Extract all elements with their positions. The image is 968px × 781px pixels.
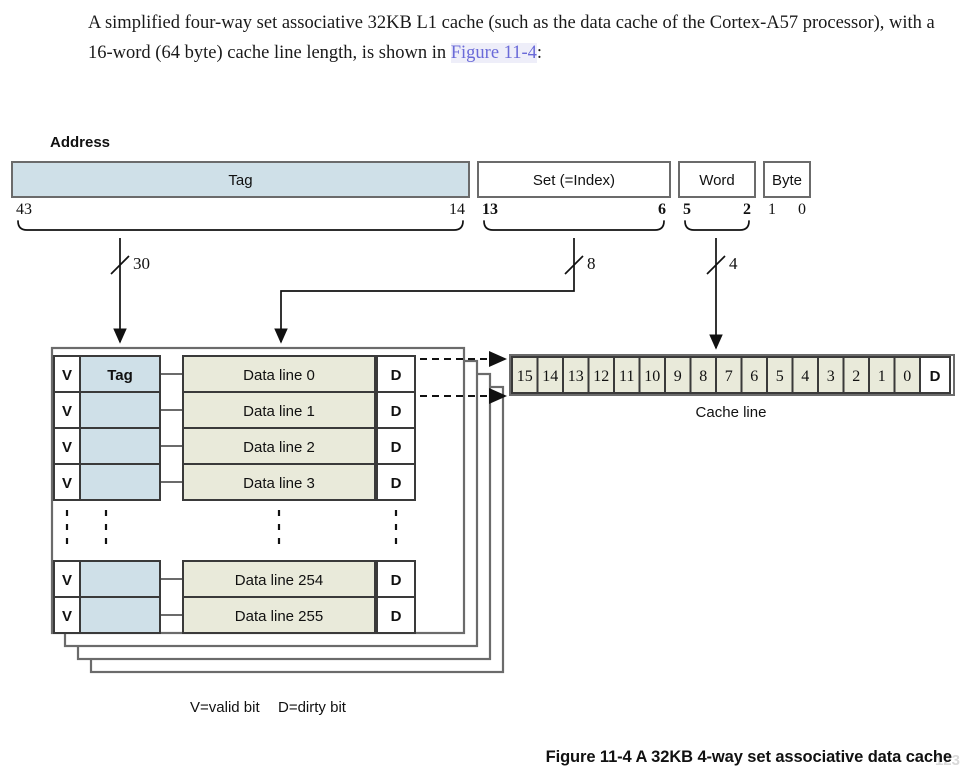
cache-line-word-label-7: 8 — [699, 368, 707, 385]
dirty-bit-label-2: D — [391, 439, 402, 456]
data-line-label-0: Data line 0 — [243, 367, 315, 384]
cache-line-dirty-label: D — [930, 368, 941, 385]
address-field-hi-bit-1: 13 — [482, 201, 498, 218]
tag-cell-1 — [79, 391, 161, 429]
cache-line-word-label-6: 9 — [674, 368, 682, 385]
address-field-hi-bit-0: 43 — [16, 201, 32, 218]
address-field-hi-bit-3: 1 — [768, 201, 776, 218]
cache-line-word-label-5: 10 — [644, 368, 660, 385]
tag-cell-3 — [79, 463, 161, 501]
cache-line-word-label-1: 14 — [542, 368, 558, 385]
valid-bit-label-5: V — [62, 608, 72, 625]
tag-cell-2 — [79, 427, 161, 465]
address-field-lo-bit-0: 14 — [449, 201, 465, 218]
dirty-bit-label-1: D — [391, 403, 402, 420]
cache-line-word-label-14: 1 — [878, 368, 886, 385]
valid-bit-label-4: V — [62, 572, 72, 589]
cache-line-title: Cache line — [696, 404, 767, 421]
address-field-label-0: Tag — [228, 172, 252, 189]
data-line-label-3: Data line 3 — [243, 475, 315, 492]
valid-bit-label-0: V — [62, 367, 72, 384]
address-field-label-1: Set (=Index) — [533, 172, 615, 189]
address-field-label-2: Word — [699, 172, 735, 189]
address-field-lo-bit-1: 6 — [658, 201, 666, 218]
cache-line-word-label-13: 2 — [852, 368, 860, 385]
data-line-label-2: Data line 2 — [243, 439, 315, 456]
data-line-label-5: Data line 255 — [235, 608, 323, 625]
address-label: Address — [50, 134, 110, 151]
figure-page: A simplified four-way set associative 32… — [0, 0, 968, 781]
dirty-bit-label-5: D — [391, 608, 402, 625]
data-line-label-4: Data line 254 — [235, 572, 323, 589]
dirty-bit-label-3: D — [391, 475, 402, 492]
cache-line-word-label-8: 7 — [725, 368, 733, 385]
valid-bit-label-2: V — [62, 439, 72, 456]
set-bus-width-label: 8 — [587, 254, 596, 273]
cache-line-word-label-3: 12 — [593, 368, 609, 385]
cache-line-word-label-9: 6 — [750, 368, 758, 385]
address-field-hi-bit-2: 5 — [683, 201, 691, 218]
cache-line-word-label-15: 0 — [903, 368, 911, 385]
tag-bus-width-label: 30 — [133, 254, 150, 273]
dirty-bit-label-4: D — [391, 572, 402, 589]
tag-cell-4 — [79, 560, 161, 598]
cache-line-word-label-4: 11 — [619, 368, 634, 385]
tag-cell-5 — [79, 596, 161, 634]
address-field-brace-1 — [483, 220, 665, 231]
address-field-brace-2 — [684, 220, 750, 231]
dirty-bit-label-0: D — [391, 367, 402, 384]
cache-line-word-label-10: 5 — [776, 368, 784, 385]
address-field-label-3: Byte — [772, 172, 802, 189]
address-field-lo-bit-3: 0 — [798, 201, 806, 218]
data-line-label-1: Data line 1 — [243, 403, 315, 420]
set-bus-arrow — [274, 238, 575, 344]
address-field-lo-bit-2: 2 — [743, 201, 751, 218]
word-bus-width-label: 4 — [729, 254, 738, 273]
tag-column-header: Tag — [107, 367, 133, 384]
figure-caption: Figure 11-4 A 32KB 4-way set associative… — [545, 748, 952, 766]
cache-line-word-label-2: 13 — [568, 368, 584, 385]
cache-line-word-label-11: 4 — [801, 368, 809, 385]
legend-valid-bit: V=valid bit — [190, 699, 260, 716]
valid-bit-label-1: V — [62, 403, 72, 420]
cache-line-word-label-0: 15 — [517, 368, 533, 385]
legend-dirty-bit: D=dirty bit — [278, 699, 347, 716]
address-field-brace-0 — [17, 220, 464, 231]
valid-bit-label-3: V — [62, 475, 72, 492]
cache-diagram: AddressTag43 14Set (=Index)13 6Word5 2Byte1… — [11, 134, 955, 716]
cache-line-word-label-12: 3 — [827, 368, 835, 385]
